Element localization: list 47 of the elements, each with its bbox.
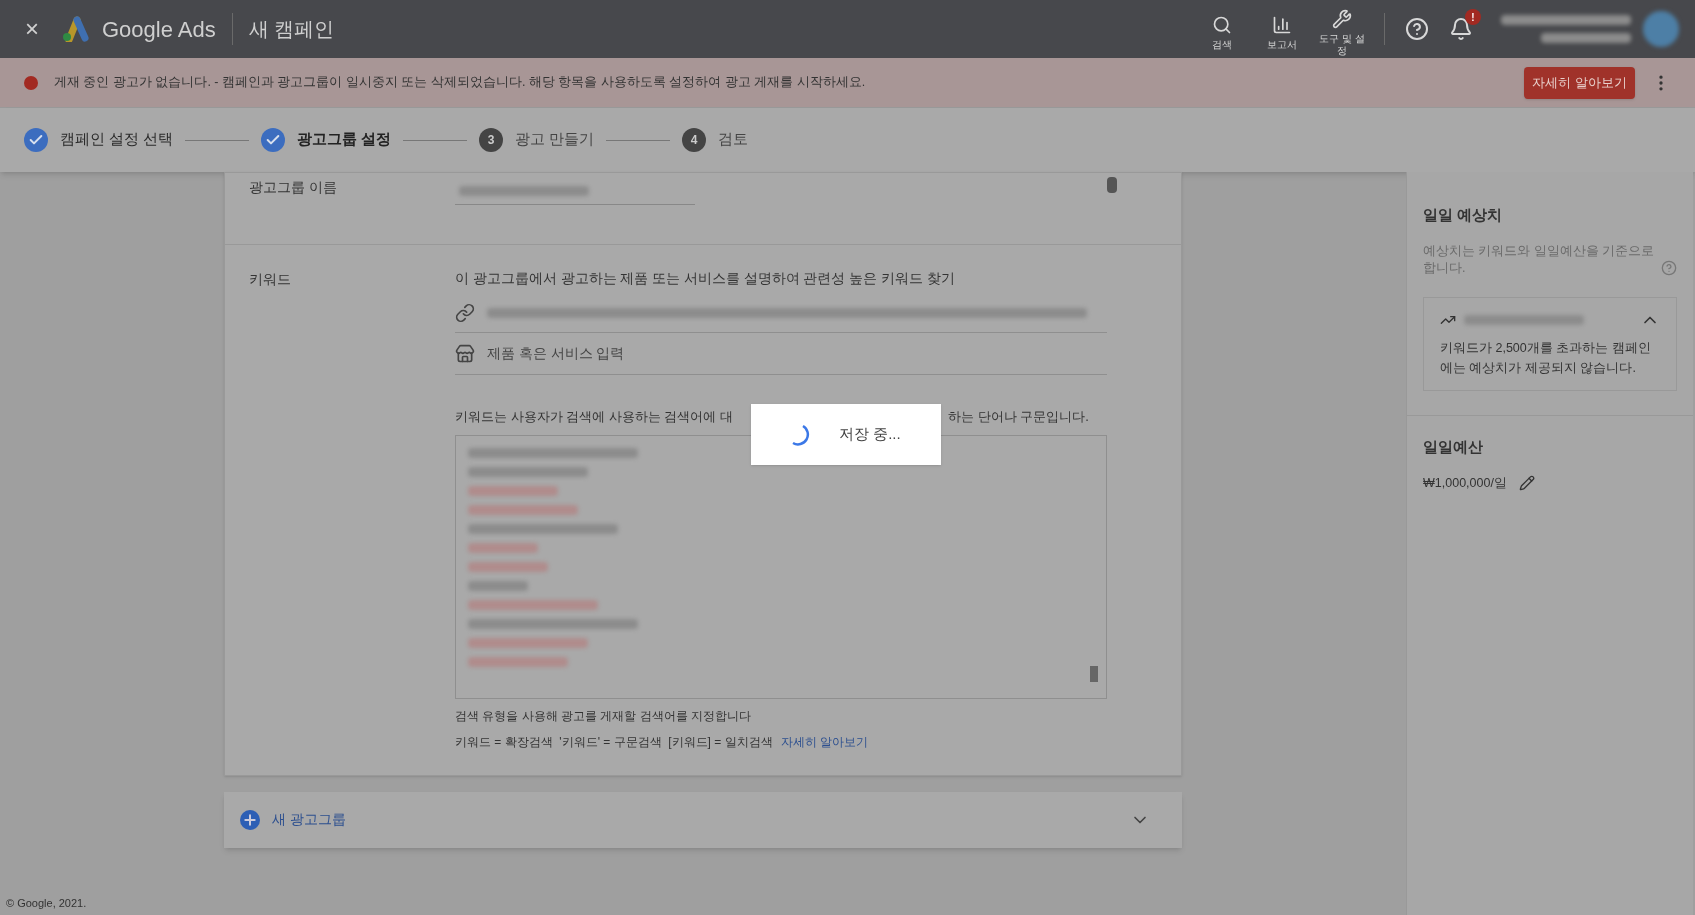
- wrench-icon: [1332, 9, 1352, 29]
- blurred-text: [468, 542, 538, 553]
- keyword-description: 하는 단어나 구문입니다.: [948, 408, 1089, 427]
- store-icon: [455, 343, 475, 364]
- keyword-hint: 이 광고그룹에서 광고하는 제품 또는 서비스를 설명하여 관련성 높은 키워드 찾기: [455, 270, 956, 288]
- estimates-message: 키워드가 2,500개를 초과하는 캠페인에는 예상치가 제공되지 않습니다.: [1440, 339, 1652, 377]
- copyright: © Google, 2021.: [6, 895, 88, 911]
- field-label: 광고그룹 이름: [249, 178, 338, 197]
- section-label: 키워드: [249, 270, 292, 289]
- step-label[interactable]: 캠페인 설정 선택: [60, 129, 174, 151]
- product-field[interactable]: 제품 혹은 서비스 입력: [455, 333, 1107, 376]
- logo-icon: [60, 16, 90, 42]
- sidebar-title: 일일예산: [1423, 436, 1484, 457]
- alert-message: 게재 중인 광고가 없습니다. - 캠페인과 광고그룹이 일시중지 또는 삭제되었습니다. 해당 항목을 사용하도록 설정하여 광고 게재를 시작하세요.: [54, 74, 866, 92]
- step-label[interactable]: 검토: [718, 129, 749, 151]
- blurred-text: [468, 580, 528, 591]
- toolbar-button[interactable]: 보고서: [1256, 7, 1308, 51]
- bar-chart-icon: [1272, 15, 1292, 35]
- close-button[interactable]: ×: [16, 13, 48, 45]
- spinner-icon: [791, 423, 811, 446]
- learn-more-link[interactable]: 자세히 알아보기: [780, 732, 868, 751]
- step-number: 4: [682, 128, 707, 152]
- link-icon: [455, 302, 475, 323]
- sidebar-title: 일일 예상치: [1423, 205, 1504, 225]
- error-icon: [24, 75, 38, 90]
- saving-text: 저장 중...: [839, 424, 901, 445]
- step-label[interactable]: 광고 만들기: [515, 129, 595, 151]
- match-type-legend: 키워드 = 확장검색 '키워드' = 구문검색 [키워드] = 일치검색: [455, 732, 773, 751]
- estimates-note: 예상치는 키워드와 일일예산을 기준으로 합니다.: [1423, 242, 1656, 277]
- product-name: Google Ads: [102, 15, 216, 44]
- edit-icon[interactable]: [1518, 475, 1535, 492]
- scrollbar: [1090, 665, 1098, 682]
- search-icon: [1212, 15, 1232, 35]
- scrollbar: [1107, 177, 1117, 193]
- plus-icon: [240, 809, 260, 830]
- step-label[interactable]: 광고그룹 설정: [297, 129, 392, 151]
- notification-badge: !: [1465, 9, 1481, 25]
- new-ad-group-button[interactable]: 새 광고그룹: [224, 791, 1182, 848]
- learn-more-button[interactable]: 자세히 알아보기: [1524, 66, 1635, 99]
- budget-value: ₩1,000,000/일: [1423, 475, 1507, 492]
- keyword-description: 키워드는 사용자가 검색에 사용하는 검색어에 대: [455, 408, 734, 427]
- toolbar-button[interactable]: 도구 및 설정: [1316, 1, 1368, 57]
- match-type-hint: 검색 유형을 사용해 광고를 게재할 검색어를 지정합니다: [455, 707, 752, 725]
- step-number: 3: [479, 128, 504, 152]
- notifications-icon[interactable]: [1449, 17, 1473, 41]
- page-title: 새 캠페인: [248, 17, 335, 42]
- toolbar-button[interactable]: 검색: [1196, 7, 1248, 51]
